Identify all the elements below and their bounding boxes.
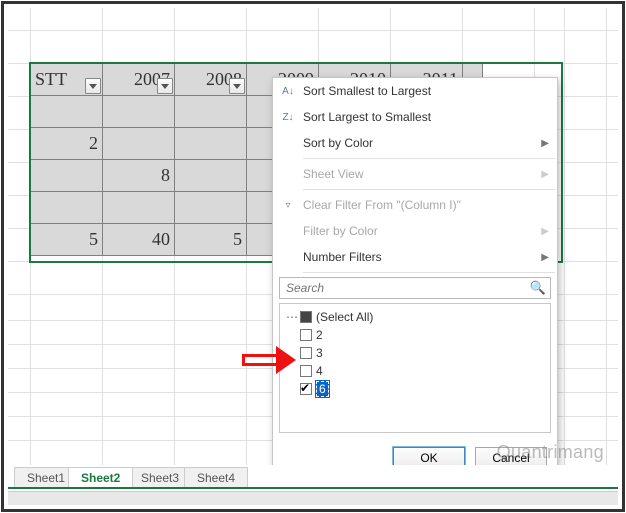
tab-sheet4[interactable]: Sheet4	[184, 467, 248, 487]
cell[interactable]: 2	[31, 128, 103, 160]
cell[interactable]: 40	[103, 224, 175, 256]
clear-filter-icon: ▿	[279, 196, 297, 214]
check-item-6[interactable]: 6	[284, 380, 546, 398]
col-header-2007[interactable]: 2007	[103, 64, 175, 96]
tab-sheet3[interactable]: Sheet3	[128, 467, 192, 487]
checkbox-icon[interactable]	[300, 311, 312, 323]
sort-desc-icon: Z↓	[279, 108, 297, 126]
check-item-2[interactable]: 2	[284, 326, 546, 344]
sheet-tabs-bar: Sheet1 Sheet2 Sheet3 Sheet4	[8, 465, 618, 505]
sort-by-color[interactable]: Sort by Color ▶	[273, 130, 557, 156]
sort-desc[interactable]: Z↓ Sort Largest to Smallest	[273, 104, 557, 130]
sort-asc[interactable]: A↓ Sort Smallest to Largest	[273, 78, 557, 104]
cell[interactable]: 5	[175, 224, 247, 256]
search-input[interactable]	[284, 280, 530, 296]
filter-by-color: Filter by Color ▶	[273, 218, 557, 244]
menu-divider	[303, 272, 555, 273]
chevron-right-icon: ▶	[541, 226, 549, 237]
clear-filter: ▿ Clear Filter From "(Column I)"	[273, 192, 557, 218]
filter-checklist[interactable]: ⋯ (Select All) 2 3 4 6	[279, 303, 551, 433]
checkbox-icon[interactable]	[300, 347, 312, 359]
chevron-right-icon: ▶	[541, 138, 549, 149]
menu-divider	[303, 189, 555, 190]
checkbox-icon[interactable]	[300, 383, 312, 395]
chevron-right-icon: ▶	[541, 252, 549, 263]
chevron-right-icon: ▶	[541, 169, 549, 180]
col-header-2008[interactable]: 2008	[175, 64, 247, 96]
col-header-stt[interactable]: STT	[31, 64, 103, 96]
menu-divider	[303, 158, 555, 159]
app-frame: STT 2007 2008 2009 2010 2011 6 23 84 6 5…	[1, 1, 625, 512]
search-box[interactable]: 🔍	[279, 277, 551, 299]
check-item-3[interactable]: 3	[284, 344, 546, 362]
checkbox-icon[interactable]	[300, 329, 312, 341]
check-select-all[interactable]: ⋯ (Select All)	[284, 308, 546, 326]
number-filters[interactable]: Number Filters ▶	[273, 244, 557, 270]
checkbox-icon[interactable]	[300, 365, 312, 377]
search-icon: 🔍	[530, 280, 546, 296]
filter-dropdown-icon[interactable]	[229, 78, 245, 94]
cell[interactable]: 8	[103, 160, 175, 192]
check-item-4[interactable]: 4	[284, 362, 546, 380]
filter-menu: A↓ Sort Smallest to Largest Z↓ Sort Larg…	[272, 77, 558, 480]
sheet-view: Sheet View ▶	[273, 161, 557, 187]
tab-sheet2[interactable]: Sheet2	[68, 467, 133, 487]
filter-dropdown-icon[interactable]	[157, 78, 173, 94]
cell[interactable]: 5	[31, 224, 103, 256]
sort-asc-icon: A↓	[279, 82, 297, 100]
filter-dropdown-icon[interactable]	[85, 78, 101, 94]
